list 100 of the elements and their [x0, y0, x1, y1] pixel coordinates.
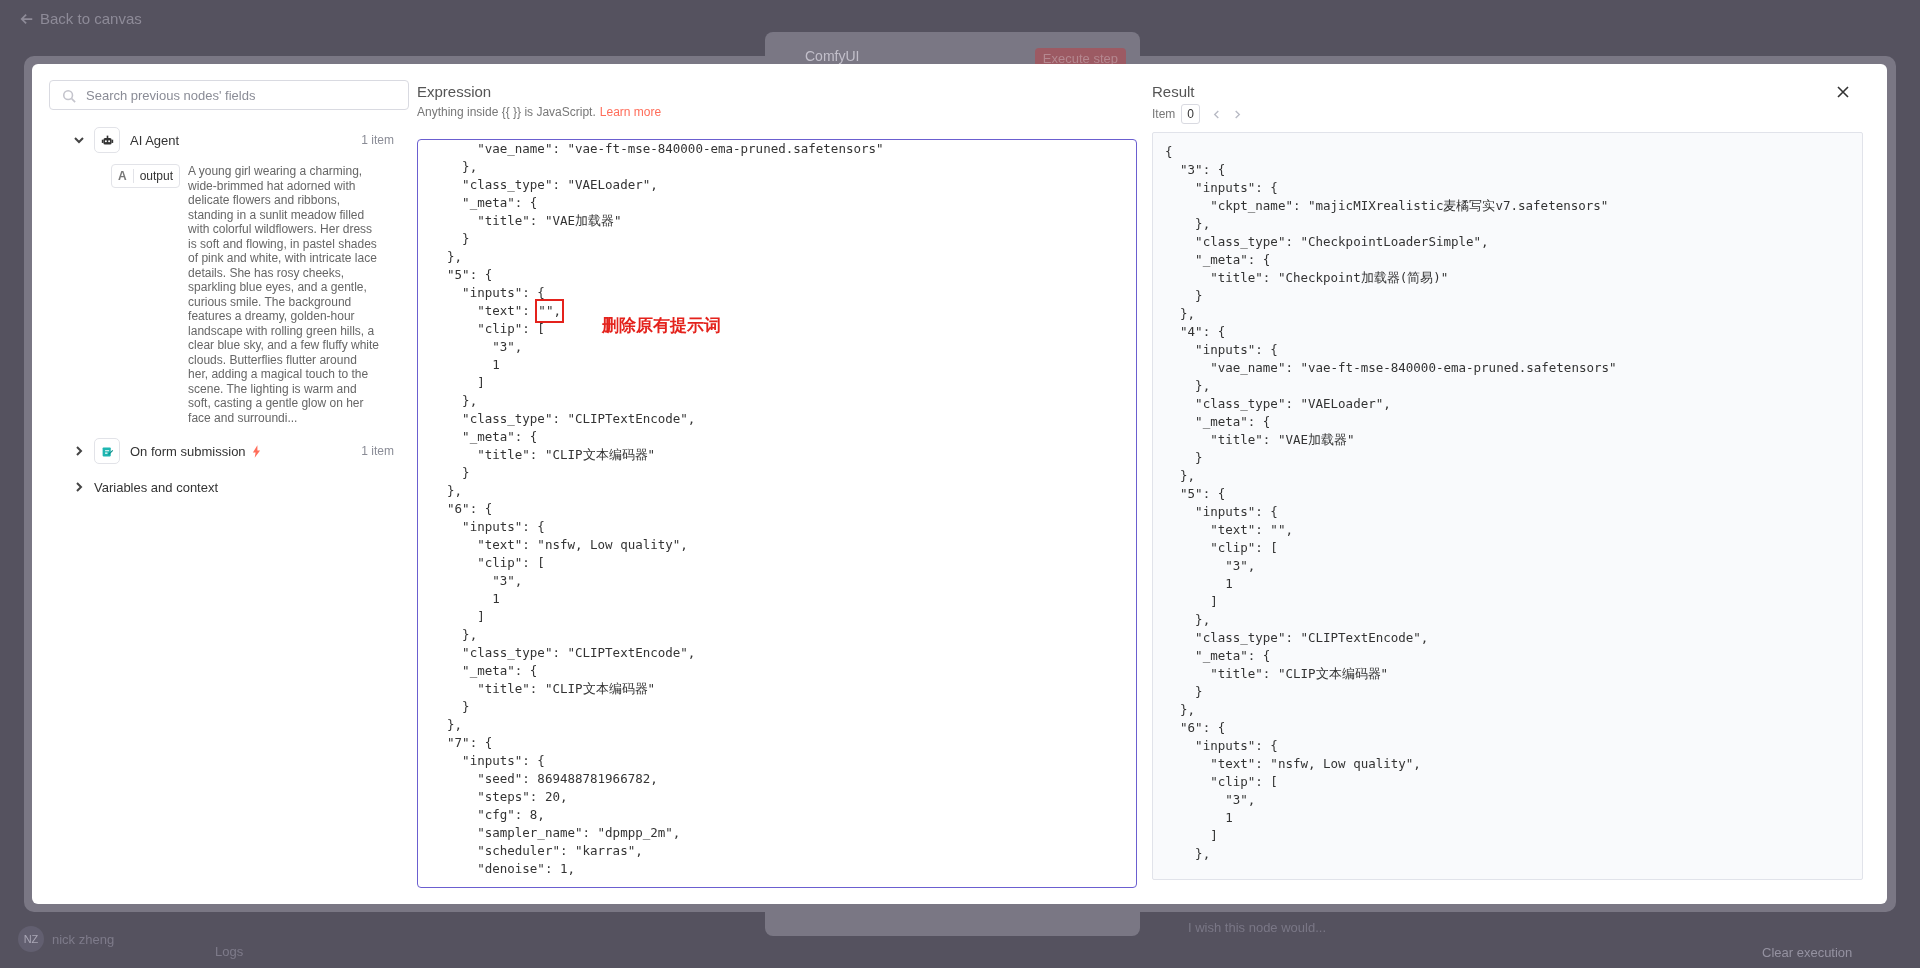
code-line: "inputs": {	[461, 284, 545, 302]
field-chip[interactable]: A output	[111, 164, 181, 188]
chevron-icon[interactable]	[74, 135, 84, 145]
expression-title: Expression	[417, 83, 493, 100]
code-line: "inputs": {	[461, 752, 545, 770]
code-line: 1	[491, 356, 500, 374]
item-count: 1 item	[361, 133, 394, 147]
code-line: "class_type": "VAELoader",	[461, 176, 658, 194]
code-line: "ckpt_name": "majicMIXrealistic麦橘写实v7.safetensors"	[1209, 197, 1609, 215]
code-line: "inputs": {	[1194, 179, 1278, 197]
code-line: "3",	[491, 572, 523, 590]
code-line: "clip": [	[1209, 773, 1278, 791]
code-line: },	[461, 392, 478, 410]
code-line: },	[446, 248, 463, 266]
code-line: "title": "CLIP文本编码器"	[476, 680, 656, 698]
code-line: "5": {	[446, 266, 493, 284]
code-line: "title": "Checkpoint加载器(简易)"	[1209, 269, 1449, 287]
node-name[interactable]: On form submission	[130, 443, 246, 459]
code-line: }	[1194, 287, 1203, 305]
code-line: "title": "CLIP文本编码器"	[476, 446, 656, 464]
code-line: 1	[1224, 575, 1233, 593]
code-line: },	[1179, 467, 1196, 485]
code-line: "3": {	[1179, 161, 1226, 179]
code-line: },	[461, 626, 478, 644]
code-line: ]	[476, 374, 485, 392]
code-line: "7": {	[446, 734, 493, 752]
field-name: output	[138, 169, 175, 183]
code-line: "3",	[491, 338, 523, 356]
node-title: ComfyUI	[805, 48, 860, 64]
item-index-field[interactable]: 0	[1181, 104, 1201, 124]
code-line: },	[446, 716, 463, 734]
code-line: "inputs": {	[1194, 503, 1278, 521]
code-line: },	[1194, 845, 1211, 863]
code-line: "3",	[1224, 791, 1256, 809]
user-avatar: NZ	[18, 926, 44, 952]
code-line: "inputs": {	[1194, 341, 1278, 359]
item-count: 1 item	[361, 444, 394, 458]
code-line: }	[461, 464, 470, 482]
code-line: },	[1194, 377, 1211, 395]
code-line: "3",	[1224, 557, 1256, 575]
item-label: Item	[1152, 107, 1176, 121]
search-field[interactable]: Search previous nodes' fields	[49, 80, 409, 110]
code-line: },	[461, 158, 478, 176]
code-line: "vae_name": "vae-ft-mse-840000-ema-pruned.safetensors"	[476, 140, 884, 158]
robot-icon	[100, 133, 114, 147]
code-line: "class_type": "VAELoader",	[1194, 395, 1391, 413]
form-icon	[100, 444, 114, 458]
code-line: "4": {	[1179, 323, 1226, 341]
code-line: }	[1194, 449, 1203, 467]
code-line: "seed": 869488781966782,	[476, 770, 658, 788]
code-line: "_meta": {	[461, 194, 538, 212]
code-line: },	[1194, 611, 1211, 629]
code-line: "text": "",	[1209, 521, 1293, 539]
code-line: "inputs": {	[461, 518, 545, 536]
code-line: ]	[1209, 827, 1218, 845]
code-line: "class_type": "CheckpointLoaderSimple",	[1194, 233, 1489, 251]
code-line: "_meta": {	[461, 662, 538, 680]
code-line: "text": "nsfw, Low quality",	[476, 536, 688, 554]
code-line: 1	[491, 590, 500, 608]
code-line: "6": {	[446, 500, 493, 518]
back-link-label: Back to canvas	[40, 10, 142, 27]
code-line: "text":	[476, 302, 531, 320]
code-line: },	[1179, 305, 1196, 323]
chevron-icon[interactable]	[74, 446, 84, 456]
expression-editor[interactable]	[417, 139, 1137, 888]
code-line: {	[1165, 143, 1173, 161]
section-label[interactable]: Variables and context	[94, 479, 219, 495]
code-line: "vae_name": "vae-ft-mse-840000-ema-pruned.safetensors"	[1209, 359, 1617, 377]
code-line: "_meta": {	[461, 428, 538, 446]
code-line: "5": {	[1179, 485, 1226, 503]
arrow-left-icon	[20, 11, 34, 26]
code-line: },	[1194, 215, 1211, 233]
result-title: Result	[1152, 83, 1195, 100]
code-line: "text": "nsfw, Low quality",	[1209, 755, 1421, 773]
code-line: "class_type": "CLIPTextEncode",	[461, 410, 696, 428]
code-line: "_meta": {	[1194, 251, 1271, 269]
code-line: ]	[476, 608, 485, 626]
chevron-icon[interactable]	[74, 482, 84, 492]
code-line: "steps": 20,	[476, 788, 568, 806]
code-line: "denoise": 1,	[476, 860, 575, 878]
code-line: }	[461, 230, 470, 248]
code-line: },	[446, 482, 463, 500]
code-line: "_meta": {	[1194, 647, 1271, 665]
code-line: "scheduler": "karras",	[476, 842, 643, 860]
code-line: "sampler_name": "dpmpp_2m",	[476, 824, 681, 842]
code-line: "cfg": 8,	[476, 806, 545, 824]
code-line: "class_type": "CLIPTextEncode",	[1194, 629, 1429, 647]
annotation-note: 删除原有提示词	[602, 314, 721, 337]
code-line: },	[1179, 701, 1196, 719]
code-line: "6": {	[1179, 719, 1226, 737]
code-line: }	[1194, 683, 1203, 701]
code-line: "class_type": "CLIPTextEncode",	[461, 644, 696, 662]
code-line: 1	[1224, 809, 1233, 827]
node-name[interactable]: AI Agent	[130, 132, 180, 148]
close-icon[interactable]	[1837, 86, 1849, 98]
code-line: }	[461, 698, 470, 716]
code-line: "clip": [	[476, 554, 545, 572]
expression-hint: Anything inside {{ }} is JavaScript.	[417, 105, 596, 119]
code-line: "title": "CLIP文本编码器"	[1209, 665, 1389, 683]
lightning-icon	[251, 444, 261, 458]
